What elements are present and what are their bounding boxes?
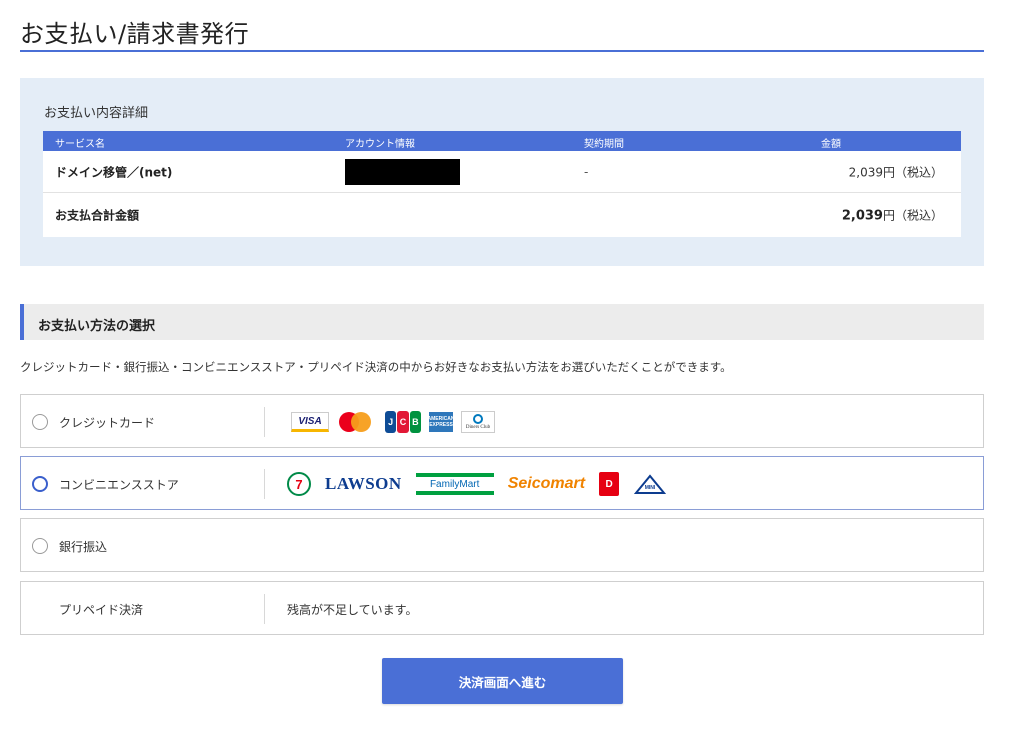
convenience-store-logos: 7 LAWSON FamilyMart Seicomart D MINI	[287, 457, 667, 511]
payment-option-convenience-store[interactable]: コンビニエンスストア 7 LAWSON FamilyMart Seicomart…	[20, 456, 984, 510]
payment-option-credit-card[interactable]: クレジットカード VISA JCB AMERICAN EXPRESS Diner…	[20, 394, 984, 448]
bank-transfer-label: 銀行振込	[59, 540, 108, 554]
column-header-amount: 金額	[821, 139, 841, 150]
credit-card-radio[interactable]	[32, 414, 48, 430]
daily-yamazaki-logo: D	[599, 472, 620, 496]
payment-option-prepaid: プリペイド決済 残高が不足しています。	[20, 581, 984, 635]
total-label: お支払合計金額	[55, 208, 140, 223]
account-info-redacted	[345, 158, 460, 185]
table-row: ドメイン移管／(net) - 2,039円（税込）	[43, 151, 961, 193]
payment-method-description: クレジットカード・銀行振込・コンビニエンスストア・プリペイド決済の中からお好きな…	[20, 360, 732, 374]
proceed-to-payment-button[interactable]: 決済画面へ進む	[382, 658, 623, 704]
payment-option-bank-transfer[interactable]: 銀行振込	[20, 518, 984, 572]
title-underline	[20, 50, 984, 52]
option-divider	[264, 407, 265, 437]
page-title: お支払い/請求書発行	[20, 20, 250, 48]
seven-eleven-logo: 7	[287, 472, 311, 496]
jcb-logo: JCB	[385, 411, 421, 433]
seicomart-logo: Seicomart	[507, 475, 586, 492]
total-amount-value: 2,039	[841, 208, 883, 224]
visa-logo: VISA	[291, 412, 329, 432]
credit-card-logos: VISA JCB AMERICAN EXPRESS Diners Club	[291, 395, 495, 449]
table-header: サービス名 アカウント情報 契約期間 金額	[43, 131, 961, 151]
familymart-logo: FamilyMart	[415, 473, 494, 495]
option-divider	[264, 469, 265, 499]
convenience-store-radio[interactable]	[32, 476, 48, 492]
prepaid-label: プリペイド決済	[59, 603, 144, 617]
option-divider	[264, 594, 265, 624]
column-header-account: アカウント情報	[345, 139, 415, 150]
convenience-store-label: コンビニエンスストア	[59, 478, 179, 492]
total-amount-unit: 円（税込）	[882, 208, 943, 223]
prepaid-insufficient-balance: 残高が不足しています。	[287, 603, 418, 617]
total-row: お支払合計金額 2,039円（税込）	[43, 193, 961, 237]
bank-transfer-radio[interactable]	[32, 538, 48, 554]
diners-club-logo: Diners Club	[461, 411, 495, 433]
payment-method-title: お支払い方法の選択	[38, 319, 156, 334]
lawson-logo: LAWSON	[325, 474, 402, 493]
amex-logo: AMERICAN EXPRESS	[428, 412, 454, 432]
payment-details-heading: お支払い内容詳細	[44, 106, 149, 121]
payment-method-section-header: お支払い方法の選択	[20, 304, 984, 340]
column-header-service: サービス名	[55, 139, 105, 150]
service-name: ドメイン移管／(net)	[55, 165, 173, 179]
ministop-logo: MINI	[633, 473, 667, 495]
column-header-period: 契約期間	[584, 139, 624, 150]
svg-text:MINI: MINI	[645, 485, 656, 491]
mastercard-logo	[337, 411, 377, 433]
total-amount: 2,039円（税込）	[842, 207, 943, 224]
payment-details-panel: お支払い内容詳細 サービス名 アカウント情報 契約期間 金額 ドメイン移管／(n…	[20, 78, 984, 266]
credit-card-label: クレジットカード	[59, 416, 156, 430]
line-amount: 2,039円（税込）	[848, 165, 943, 179]
payment-details-table: サービス名 アカウント情報 契約期間 金額 ドメイン移管／(net) - 2,0…	[43, 131, 961, 237]
contract-period: -	[584, 164, 589, 179]
